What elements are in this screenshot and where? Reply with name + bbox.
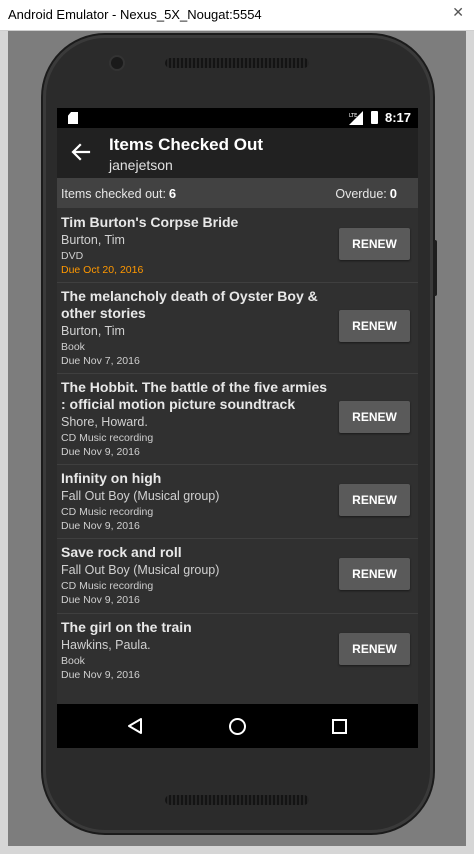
item-author: Burton, Tim	[61, 324, 125, 338]
list-item[interactable]: Tim Burton's Corpse Bride Burton, Tim DV…	[57, 208, 418, 283]
window-title: Android Emulator - Nexus_5X_Nougat:5554	[8, 7, 262, 22]
checked-out-count: 6	[168, 186, 177, 201]
overdue-summary: Overdue: 0	[335, 186, 397, 201]
arrow-left-icon[interactable]	[71, 142, 91, 162]
square-recents-icon[interactable]	[332, 719, 347, 734]
renew-button[interactable]: RENEW	[339, 228, 410, 260]
overdue-label: Overdue:	[335, 187, 387, 201]
overdue-count: 0	[389, 186, 397, 201]
list-item[interactable]: Infinity on high Fall Out Boy (Musical g…	[57, 464, 418, 539]
summary-bar: Items checked out: 6 Overdue: 0	[57, 178, 418, 208]
top-speaker-grille	[165, 58, 309, 68]
item-title: The girl on the train	[61, 619, 192, 635]
item-format: CD Music recording	[61, 506, 154, 518]
item-due-date: Due Nov 7, 2016	[61, 355, 140, 367]
item-title: Tim Burton's Corpse Bride	[61, 214, 239, 230]
page-subtitle: janejetson	[109, 157, 173, 173]
item-due-date: Due Nov 9, 2016	[61, 594, 140, 606]
item-author: Burton, Tim	[61, 233, 125, 247]
renew-button[interactable]: RENEW	[339, 484, 410, 516]
phone-screen: LTE 8:17 Items Checked Out janejetson It…	[57, 108, 418, 748]
window-titlebar: Android Emulator - Nexus_5X_Nougat:5554 …	[0, 0, 474, 31]
item-format: DVD	[61, 250, 84, 262]
window-bottom-border	[0, 846, 474, 854]
list-item[interactable]: The girl on the train Hawkins, Paula. Bo…	[57, 613, 418, 687]
item-title: Save rock and roll	[61, 544, 182, 560]
page-title: Items Checked Out	[109, 135, 263, 154]
lte-signal-icon: LTE	[349, 111, 363, 125]
triangle-back-icon[interactable]	[126, 717, 144, 735]
item-format: CD Music recording	[61, 580, 154, 592]
front-camera-icon	[111, 57, 123, 69]
app-bar: Items Checked Out janejetson	[57, 128, 418, 178]
circle-home-icon[interactable]	[229, 718, 246, 735]
status-time: 8:17	[385, 110, 412, 125]
sd-card-icon	[68, 112, 78, 124]
item-due-date: Due Nov 9, 2016	[61, 669, 140, 681]
list-item[interactable]: The Hobbit. The battle of the five armie…	[57, 373, 418, 465]
bottom-speaker-grille	[165, 795, 309, 805]
item-due-date: Due Nov 9, 2016	[61, 520, 140, 532]
status-bar: LTE 8:17	[57, 108, 418, 128]
item-due-date: Due Nov 9, 2016	[61, 446, 140, 458]
item-title: The Hobbit. The battle of the five armie…	[61, 379, 328, 412]
renew-button[interactable]: RENEW	[339, 558, 410, 590]
side-power-button[interactable]	[433, 240, 437, 296]
navigation-bar	[57, 704, 418, 748]
item-author: Fall Out Boy (Musical group)	[61, 563, 220, 577]
list-item[interactable]: The melancholy death of Oyster Boy & oth…	[57, 282, 418, 374]
checked-out-summary: Items checked out: 6	[61, 186, 176, 201]
item-author: Fall Out Boy (Musical group)	[61, 489, 220, 503]
renew-button[interactable]: RENEW	[339, 401, 410, 433]
item-format: Book	[61, 341, 85, 353]
item-author: Shore, Howard.	[61, 415, 148, 429]
battery-icon	[371, 111, 378, 124]
item-format: Book	[61, 655, 85, 667]
item-due-date: Due Oct 20, 2016	[61, 264, 144, 276]
renew-button[interactable]: RENEW	[339, 310, 410, 342]
item-title: Infinity on high	[61, 470, 162, 486]
item-format: CD Music recording	[61, 432, 154, 444]
item-author: Hawkins, Paula.	[61, 638, 151, 652]
list-item[interactable]: Save rock and roll Fall Out Boy (Musical…	[57, 538, 418, 614]
window-close-icon[interactable]: ✕	[452, 5, 464, 21]
svg-text:LTE: LTE	[349, 113, 357, 119]
item-title: The melancholy death of Oyster Boy & oth…	[61, 288, 318, 321]
renew-button[interactable]: RENEW	[339, 633, 410, 665]
checked-out-list: Tim Burton's Corpse Bride Burton, Tim DV…	[57, 208, 418, 704]
checked-out-label: Items checked out:	[61, 187, 166, 201]
